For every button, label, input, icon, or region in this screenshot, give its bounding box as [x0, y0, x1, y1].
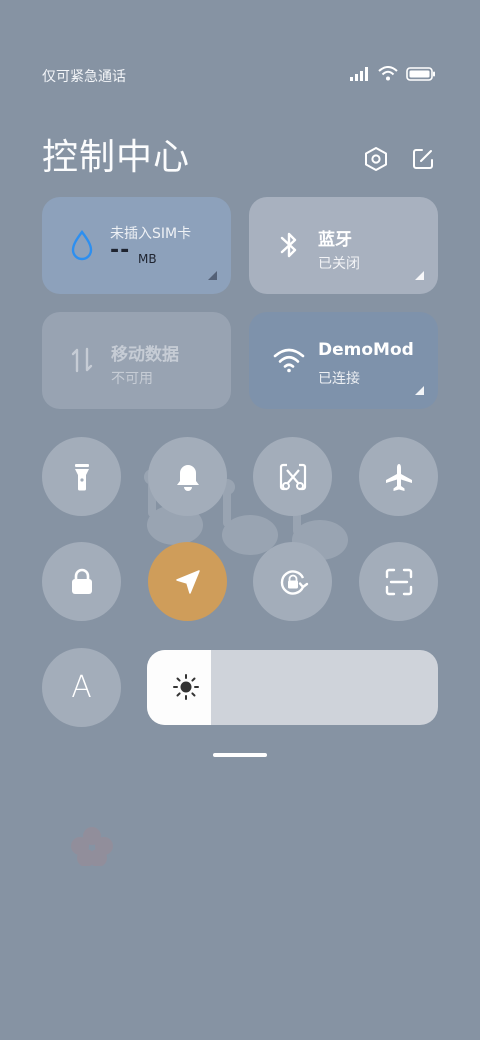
flashlight-icon	[74, 463, 89, 490]
wifi-status: 已连接	[318, 371, 360, 387]
flashlight-toggle[interactable]	[42, 437, 121, 516]
airplane-icon	[385, 463, 412, 491]
mobile-data-status: 不可用	[111, 371, 153, 387]
bluetooth-tile[interactable]: 蓝牙 已关闭	[249, 197, 438, 294]
location-icon	[175, 569, 200, 594]
wifi-icon	[378, 66, 398, 81]
mobile-data-icon	[66, 344, 98, 376]
battery-icon	[406, 66, 435, 81]
screenshot-icon	[279, 463, 306, 490]
settings-icon	[365, 147, 387, 171]
bluetooth-icon	[273, 229, 305, 261]
rotation-lock-icon	[280, 569, 308, 595]
mobile-data-title: 移动数据	[111, 345, 179, 365]
font-size-button[interactable]: A	[42, 648, 121, 727]
edit-button[interactable]	[408, 144, 438, 174]
mobile-data-tile[interactable]: 移动数据 不可用	[42, 312, 231, 409]
screenshot-toggle[interactable]	[253, 437, 332, 516]
bluetooth-title: 蓝牙	[318, 230, 352, 250]
edit-icon	[413, 149, 433, 169]
font-size-label: A	[71, 670, 92, 705]
sun-icon	[171, 672, 201, 702]
flower-decoration-icon	[71, 827, 113, 866]
water-drop-icon	[66, 229, 98, 261]
expand-corner-icon	[208, 271, 217, 280]
wifi-tile[interactable]: DemoMod 已连接	[249, 312, 438, 409]
drag-handle[interactable]	[213, 753, 267, 757]
page-title: 控制中心	[42, 137, 191, 178]
status-carrier-text: 仅可紧急通话	[42, 69, 126, 85]
location-toggle[interactable]	[148, 542, 227, 621]
bluetooth-status: 已关闭	[318, 256, 360, 272]
scanner-toggle[interactable]	[359, 542, 438, 621]
lock-toggle[interactable]	[42, 542, 121, 621]
rotation-lock-toggle[interactable]	[253, 542, 332, 621]
airplane-toggle[interactable]	[359, 437, 438, 516]
signal-icon	[350, 66, 368, 81]
lock-icon	[71, 568, 92, 594]
data-usage-value: --	[110, 238, 131, 263]
scan-icon	[385, 568, 412, 595]
settings-button[interactable]	[361, 144, 391, 174]
bell-icon	[176, 464, 199, 491]
data-usage-tile[interactable]: 未插入SIM卡 -- MB	[42, 197, 231, 294]
wifi-network-name: DemoMod	[318, 340, 414, 360]
expand-corner-icon	[415, 271, 424, 280]
bell-toggle[interactable]	[148, 437, 227, 516]
expand-corner-icon	[415, 386, 424, 395]
data-usage-unit: MB	[138, 252, 157, 266]
brightness-slider[interactable]	[147, 650, 438, 725]
wifi-icon	[273, 344, 305, 376]
status-icons	[350, 66, 436, 81]
